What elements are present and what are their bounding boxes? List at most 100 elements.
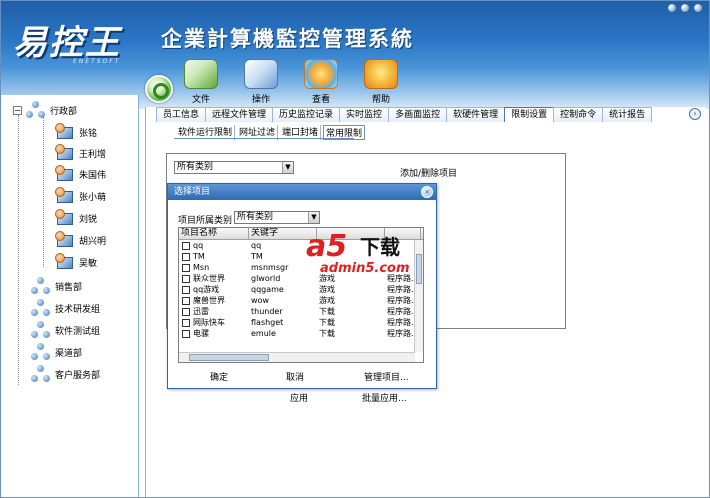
tree-item-group[interactable]: 软件测试组 <box>31 321 100 339</box>
tab-report[interactable]: 统计报告 <box>602 107 653 122</box>
department-icon <box>31 321 51 339</box>
tree-item-user[interactable]: 张小萌 <box>55 187 106 205</box>
toolbar-label: 帮助 <box>371 95 390 105</box>
apply-button[interactable]: 应用 <box>290 391 308 404</box>
tree-item-group[interactable]: 渠道部 <box>31 343 82 361</box>
checkbox[interactable] <box>182 329 190 338</box>
toolbar-view-button[interactable]: 查看 <box>297 59 345 105</box>
tree-item-user[interactable]: 王利增 <box>55 144 106 162</box>
view-icon <box>304 59 338 89</box>
checkbox[interactable] <box>182 285 190 294</box>
tab-restrictions[interactable]: 限制设置 <box>504 107 555 122</box>
ok-button[interactable]: 确定 <box>210 370 228 383</box>
item-name: 联众世界 <box>193 274 225 283</box>
checkbox[interactable] <box>182 307 190 316</box>
close-icon[interactable] <box>693 3 703 13</box>
add-remove-link[interactable]: 添加/删除项目 <box>400 166 457 179</box>
tree-item-label: 吴敏 <box>79 258 98 269</box>
horizontal-scrollbar[interactable] <box>179 352 415 362</box>
dialog-category-select[interactable]: 所有类别 ▼ <box>234 211 320 224</box>
tree-item-label: 张小萌 <box>79 192 107 203</box>
checkbox[interactable] <box>182 296 190 305</box>
tab-realtime[interactable]: 实时监控 <box>339 107 390 122</box>
checkbox[interactable] <box>182 274 190 283</box>
tab-history[interactable]: 历史监控记录 <box>272 107 341 122</box>
table-row[interactable]: 迅雷 thunder 下载 程序路... <box>179 306 423 317</box>
tree-item-group[interactable]: 销售部 <box>31 277 82 295</box>
item-name: qq游戏 <box>193 285 220 294</box>
tab-employee-info[interactable]: 员工信息 <box>156 107 207 122</box>
checkbox[interactable] <box>182 252 190 261</box>
batch-apply-button[interactable]: 批量应用... <box>362 391 407 404</box>
start-icon[interactable] <box>145 75 173 103</box>
tree-line <box>18 115 19 385</box>
table-row[interactable]: 魔兽世界 wow 游戏 程序路... <box>179 295 423 306</box>
toolbar-operate-button[interactable]: 操作 <box>237 59 285 105</box>
tree-item-group[interactable]: 客户服务部 <box>31 365 100 383</box>
tree-item-label: 软件测试组 <box>55 326 101 337</box>
column-header[interactable]: 项目名称 <box>179 228 249 239</box>
tab-multi-screen[interactable]: 多画面监控 <box>388 107 448 122</box>
watermark-brand: a5 <box>306 229 348 264</box>
tree-item-label: 胡兴明 <box>79 236 107 247</box>
header-banner: 易控王 ENETSOFT 企業計算機監控管理系統 <box>1 1 709 109</box>
tree-item-user[interactable]: 吴敏 <box>55 253 97 271</box>
minimize-icon[interactable] <box>667 3 677 13</box>
tree-item-label: 行政部 <box>50 106 78 117</box>
tree-line <box>43 117 44 267</box>
tree-item-user[interactable]: 胡兴明 <box>55 231 106 249</box>
item-type: 游戏 <box>319 296 335 305</box>
file-icon <box>184 59 218 89</box>
table-row[interactable]: 网际快车 flashget 下载 程序路... <box>179 317 423 328</box>
department-icon <box>31 365 51 383</box>
divider <box>174 138 354 139</box>
tab-close-icon[interactable]: › <box>689 108 701 120</box>
toolbar-label: 操作 <box>251 95 270 105</box>
department-icon <box>31 343 51 361</box>
manage-items-button[interactable]: 管理项目... <box>364 370 409 383</box>
checkbox[interactable] <box>182 263 190 272</box>
app-title: 企業計算機監控管理系統 <box>161 27 414 51</box>
cancel-button[interactable]: 取消 <box>286 370 304 383</box>
tab-hw-sw[interactable]: 软硬件管理 <box>446 107 506 122</box>
table-row[interactable]: qq游戏 qqgame 游戏 程序路... <box>179 284 423 295</box>
category-label: 项目所属类别 <box>178 216 233 226</box>
tab-bar: 员工信息 远程文件管理 历史监控记录 实时监控 多画面监控 软硬件管理 限制设置… <box>156 107 653 122</box>
tab-remote-files[interactable]: 远程文件管理 <box>205 107 274 122</box>
category-select[interactable]: 所有类别 ▼ <box>174 161 294 174</box>
tree-item-root[interactable]: − 行政部 <box>13 101 77 119</box>
checkbox[interactable] <box>182 241 190 250</box>
select-value: 所有类别 <box>177 162 214 172</box>
tab-control[interactable]: 控制命令 <box>553 107 604 122</box>
chevron-down-icon: ▼ <box>282 162 293 173</box>
checkbox[interactable] <box>182 318 190 327</box>
item-name: 迅雷 <box>193 307 209 316</box>
department-icon <box>31 277 51 295</box>
tree-item-user[interactable]: 张铭 <box>55 123 97 141</box>
close-icon[interactable]: × <box>421 186 433 198</box>
watermark-text: 下载 <box>360 235 400 259</box>
item-name: Msn <box>193 263 210 272</box>
item-keyword: emule <box>251 329 276 338</box>
item-keyword: flashget <box>251 318 284 327</box>
item-keyword: qqgame <box>251 285 284 294</box>
tree-item-user[interactable]: 刘锐 <box>55 209 97 227</box>
toolbar-file-button[interactable]: 文件 <box>177 59 225 105</box>
app-window: 易控王 ENETSOFT 企業計算機監控管理系統 文件 操作 查看 帮助 − 行… <box>0 0 710 498</box>
maximize-icon[interactable] <box>680 3 690 13</box>
tree-item-group[interactable]: 技术研发组 <box>31 299 100 317</box>
tree-item-user[interactable]: 朱国伟 <box>55 165 106 183</box>
item-keyword: wow <box>251 296 269 305</box>
table-row[interactable]: 电骡 emule 下载 程序路... <box>179 328 423 339</box>
collapse-icon[interactable]: − <box>13 105 22 115</box>
user-icon <box>55 209 75 227</box>
app-logo: 易控王 ENETSOFT <box>13 15 153 67</box>
toolbar-label: 文件 <box>191 95 210 105</box>
toolbar-help-button[interactable]: 帮助 <box>357 59 405 105</box>
org-tree: − 行政部 张铭 王利增 朱国伟 张小萌 刘锐 胡兴明 吴敏 销售部 技术研发组… <box>1 95 139 497</box>
user-icon <box>55 231 75 249</box>
department-icon <box>31 299 51 317</box>
tree-item-label: 客户服务部 <box>55 370 101 381</box>
item-name: qq <box>193 241 204 250</box>
user-icon <box>55 187 75 205</box>
